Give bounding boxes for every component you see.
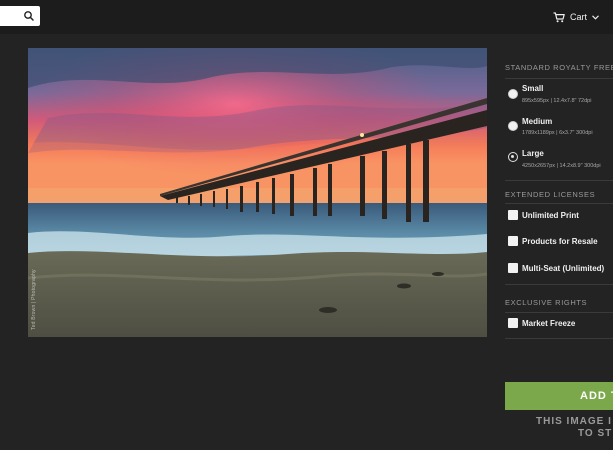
cart-label: Cart (570, 12, 588, 22)
products-resale-checkbox[interactable] (508, 236, 518, 246)
unlimited-print-label: Unlimited Print (522, 211, 579, 220)
divider (505, 312, 613, 313)
divider (505, 338, 613, 339)
standard-license-title: STANDARD ROYALTY FREE (505, 63, 613, 72)
top-bar: Cart (0, 0, 613, 34)
divider (505, 78, 613, 79)
divider (505, 284, 613, 285)
size-large-label: Large (522, 149, 544, 158)
exclusive-rights-title: EXCLUSIVE RIGHTS (505, 298, 588, 307)
size-small-detail: 895x595px | 12.4x7.8" 72dpi (522, 98, 592, 104)
product-photo (28, 48, 487, 337)
extended-licenses-title: EXTENDED LICENSES (505, 190, 596, 199)
market-freeze-label: Market Freeze (522, 319, 576, 328)
search-input[interactable] (0, 6, 18, 26)
license-panel: STANDARD ROYALTY FREE Small 895x595px | … (497, 48, 613, 450)
notice-line-2: TO ST (578, 428, 613, 439)
size-large-detail: 4250x2657px | 14.2x8.9" 300dpi (522, 163, 601, 169)
image-notice: THIS IMAGE I TO ST (505, 416, 613, 440)
size-small-radio[interactable] (508, 89, 518, 99)
cart-menu[interactable]: Cart (553, 9, 599, 25)
search-box[interactable] (0, 6, 40, 26)
divider (505, 180, 613, 181)
products-resale-label: Products for Resale (522, 237, 598, 246)
pier-sunset-image (28, 48, 487, 337)
chevron-down-icon (592, 14, 599, 20)
size-medium-radio[interactable] (508, 121, 518, 131)
unlimited-print-checkbox[interactable] (508, 210, 518, 220)
size-medium-label: Medium (522, 117, 553, 126)
add-to-cart-button[interactable]: ADD T (505, 382, 613, 410)
cart-icon (553, 11, 565, 22)
size-large-radio[interactable] (508, 152, 518, 162)
notice-line-1: THIS IMAGE I (536, 416, 612, 427)
market-freeze-checkbox[interactable] (508, 318, 518, 328)
multi-seat-checkbox[interactable] (508, 263, 518, 273)
divider (505, 203, 613, 204)
size-small-label: Small (522, 84, 544, 93)
multi-seat-label: Multi-Seat (Unlimited) (522, 264, 605, 273)
size-medium-detail: 1789x1189px | 6x3.7" 300dpi (522, 130, 593, 136)
photo-watermark: Ted Brown | Photography (31, 269, 37, 330)
search-icon[interactable] (22, 9, 36, 23)
